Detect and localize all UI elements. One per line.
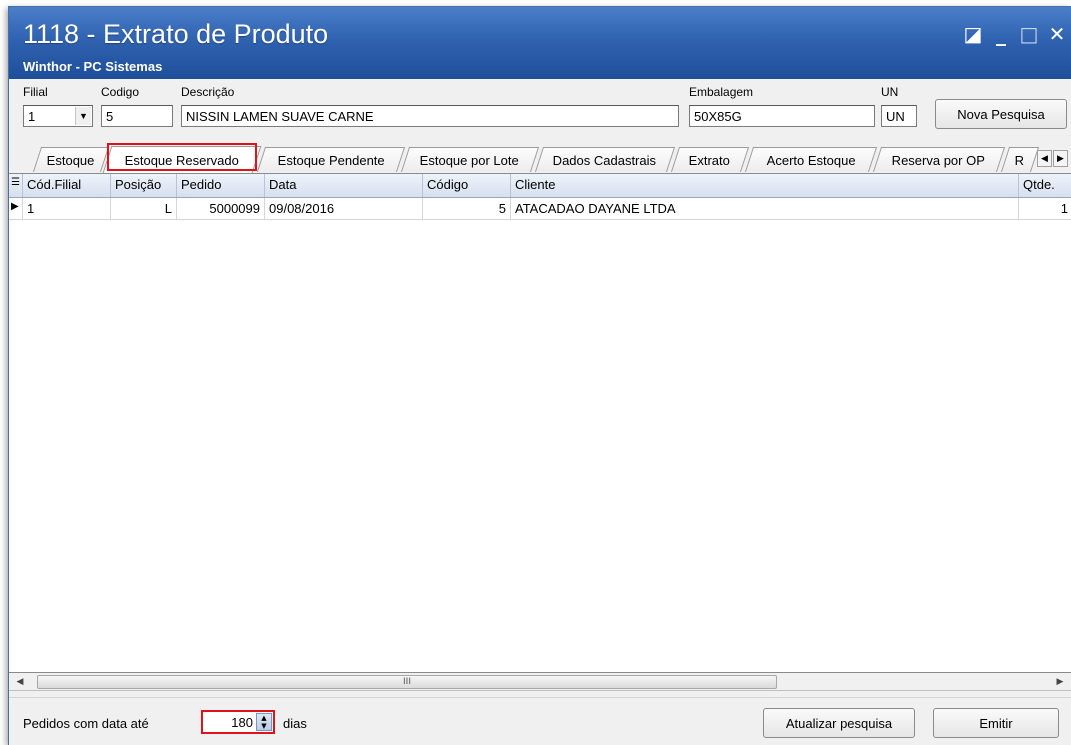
filial-label: Filial — [23, 85, 48, 99]
tab-estoque-por-lote-label: Estoque por Lote — [420, 152, 520, 168]
column-data[interactable]: Data — [265, 174, 423, 197]
filial-value: 1 — [28, 109, 36, 124]
codigo-label: Codigo — [101, 85, 140, 99]
search-form: Filial 1 ▼ Codigo 5 Descrição NISSIN LAM… — [9, 79, 1071, 143]
window-title: 1118 - Extrato de Produto — [23, 19, 329, 49]
un-field[interactable]: UN — [881, 105, 917, 127]
column-qtde[interactable]: Qtde. — [1019, 174, 1071, 197]
maximize-icon[interactable]: □ — [1015, 22, 1043, 46]
scroll-right-icon[interactable]: ▶ — [1053, 675, 1067, 689]
tab-highlight — [107, 143, 257, 171]
horizontal-scrollbar[interactable]: ◀ III ▶ — [9, 673, 1071, 691]
embalagem-label: Embalagem — [689, 85, 754, 99]
cell-pedido: 5000099 — [177, 198, 265, 219]
footer-bar: Pedidos com data até 180 ▲ ▼ dias Atualiz… — [9, 697, 1071, 745]
scrollbar-thumb[interactable]: III — [37, 675, 777, 689]
tab-acerto-estoque[interactable]: Acerto Estoque — [744, 147, 878, 172]
cell-qtde: 1 — [1060, 201, 1068, 216]
column-posicao[interactable]: Posição — [111, 174, 177, 197]
cell-posicao: L — [111, 198, 177, 219]
app-window: 1118 - Extrato de Produto Winthor - PC S… — [8, 6, 1071, 745]
title-bar[interactable]: 1118 - Extrato de Produto Winthor - PC S… — [9, 7, 1071, 79]
tab-acerto-estoque-label: Acerto Estoque — [766, 152, 856, 168]
column-pedido[interactable]: Pedido — [177, 174, 265, 197]
column-cod-filial[interactable]: Cód.Filial — [23, 174, 111, 197]
atualizar-pesquisa-button[interactable]: Atualizar pesquisa — [763, 708, 915, 738]
dias-spinner[interactable]: 180 ▲ ▼ — [201, 710, 275, 734]
tab-extrato-label: Extrato — [689, 152, 731, 168]
close-icon[interactable]: ✕ — [1043, 22, 1071, 46]
row-indicator-icon: ▶ — [9, 198, 23, 219]
tab-estoque-pendente[interactable]: Estoque Pendente — [256, 147, 406, 172]
tab-reserva-por-op-label: Reserva por OP — [892, 152, 986, 168]
reservations-grid: ☰ Cód.Filial Posição Pedido Data Código … — [9, 173, 1071, 673]
descricao-label: Descrição — [181, 85, 235, 99]
tab-dados-cadastrais-label: Dados Cadastrais — [553, 152, 657, 168]
dias-value: 180 — [231, 715, 253, 730]
tab-extrato[interactable]: Extrato — [670, 147, 750, 172]
tab-reserva-por-op[interactable]: Reserva por OP — [872, 147, 1006, 172]
cell-codigo: 5 — [423, 198, 511, 219]
tab-scroll-right-icon[interactable]: ▶ — [1053, 150, 1068, 167]
spinner-arrows-icon[interactable]: ▲ ▼ — [256, 713, 272, 731]
tab-estoque-pendente-label: Estoque Pendente — [277, 152, 385, 168]
tab-overflow-label: R — [1015, 152, 1025, 168]
chevron-down-icon[interactable]: ▼ — [75, 107, 91, 125]
un-label: UN — [881, 85, 899, 99]
scroll-left-icon[interactable]: ◀ — [13, 675, 27, 689]
tab-dados-cadastrais[interactable]: Dados Cadastrais — [534, 147, 676, 172]
column-cliente[interactable]: Cliente — [511, 174, 1019, 197]
dias-label: dias — [283, 716, 307, 731]
emitir-button[interactable]: Emitir — [933, 708, 1059, 738]
tab-overflow[interactable]: R — [1000, 147, 1040, 172]
embalagem-field[interactable]: 50X85G — [689, 105, 875, 127]
nova-pesquisa-button[interactable]: Nova Pesquisa — [935, 99, 1067, 129]
scrollbar-grip: III — [403, 677, 411, 687]
pedidos-label: Pedidos com data até — [23, 716, 149, 731]
tab-estoque[interactable]: Estoque — [32, 147, 110, 172]
filial-select[interactable]: 1 ▼ — [23, 105, 93, 127]
window-subtitle: Winthor - PC Sistemas — [23, 59, 163, 74]
cell-cliente: ATACADAO DAYANE LTDA — [511, 198, 1019, 219]
restore-icon[interactable]: ◪ — [959, 22, 987, 46]
column-chooser-icon[interactable]: ☰ — [9, 174, 23, 197]
descricao-field[interactable]: NISSIN LAMEN SUAVE CARNE — [181, 105, 679, 127]
cell-cod-filial: 1 — [23, 198, 111, 219]
column-codigo[interactable]: Código — [423, 174, 511, 197]
tab-estoque-label: Estoque — [46, 152, 95, 168]
table-row[interactable]: ▶ 1 L 5000099 09/08/2016 5 ATACADAO DAYA… — [9, 198, 1071, 220]
minimize-icon[interactable]: _ — [987, 22, 1015, 46]
cell-data: 09/08/2016 — [265, 198, 423, 219]
tab-estoque-por-lote[interactable]: Estoque por Lote — [400, 147, 540, 172]
grid-header: ☰ Cód.Filial Posição Pedido Data Código … — [9, 174, 1071, 198]
codigo-field[interactable]: 5 — [101, 105, 173, 127]
window-controls: ◪ _ □ ✕ — [959, 22, 1071, 46]
tab-scroll-left-icon[interactable]: ◀ — [1037, 150, 1052, 167]
